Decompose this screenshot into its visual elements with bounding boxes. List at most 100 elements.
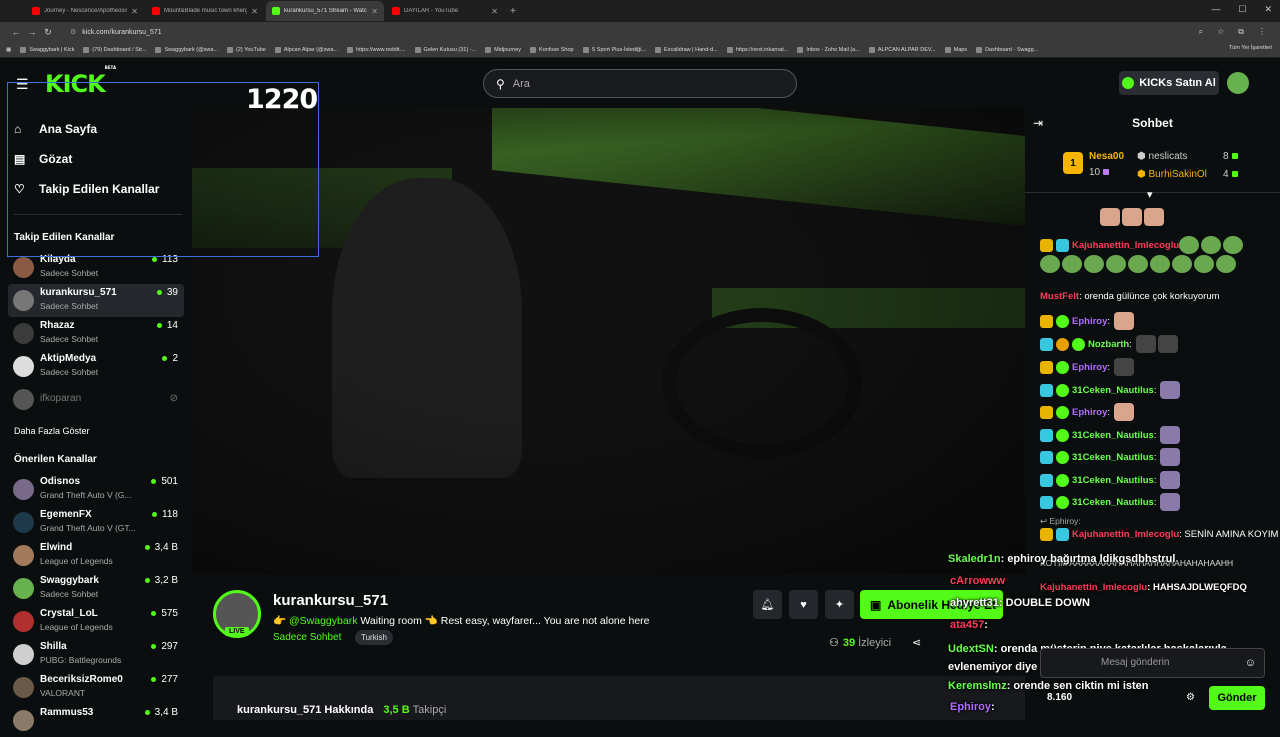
- followed-channel[interactable]: AktipMedya Sadece Sohbet 2: [8, 350, 184, 383]
- bookmark-item[interactable]: Alpcan Alpar (@swa...: [274, 46, 338, 53]
- chat-username[interactable]: ahyrett31: [950, 597, 999, 609]
- user-avatar[interactable]: [1227, 72, 1249, 94]
- bookmark-item[interactable]: Midjourney: [485, 46, 521, 53]
- stream-tag[interactable]: Turkish: [355, 630, 393, 645]
- bookmark-star-icon[interactable]: ☆: [1217, 27, 1224, 37]
- bookmark-item[interactable]: Inbox - Zoho Mail (a...: [797, 46, 860, 53]
- crown-badge-icon: [1040, 238, 1053, 252]
- close-icon[interactable]: ✕: [491, 7, 498, 16]
- emote: [1160, 493, 1181, 511]
- leader-name[interactable]: Nesa00: [1089, 151, 1124, 162]
- forward-icon[interactable]: →: [24, 27, 40, 37]
- bookmark-item[interactable]: (79) Dashboard / Str...: [83, 46, 146, 53]
- browser-tab[interactable]: DAYILAR - YouTube ✕: [386, 1, 504, 21]
- chat-username[interactable]: Ephiroy: [1072, 362, 1107, 373]
- leader-points: 4: [1223, 169, 1238, 180]
- recommended-channel[interactable]: Elwind League of Legends 3,4 B: [8, 539, 184, 572]
- chat-username[interactable]: Keremslmz: [948, 680, 1007, 692]
- bookmark-item[interactable]: Gelen Kutusu (31) -...: [414, 46, 476, 53]
- all-bookmarks-link[interactable]: Tüm Yer İşaretleri: [1229, 45, 1272, 51]
- bookmark-item[interactable]: S Sport Plus-İstediği...: [582, 46, 646, 53]
- search-bar[interactable]: ⚲: [483, 69, 797, 98]
- chat-username[interactable]: 31Ceken_Nautilus: [1072, 430, 1154, 441]
- close-icon[interactable]: ✕: [251, 7, 258, 16]
- bookmark-item[interactable]: Excalidraw | Hand-d...: [655, 46, 718, 53]
- bookmark-item[interactable]: Swaggybark (@swa...: [155, 46, 218, 53]
- bookmark-item[interactable]: https://next.inkarnat...: [726, 46, 788, 53]
- followed-channel[interactable]: Rhazaz Sadece Sohbet 14: [8, 317, 184, 350]
- chat-username[interactable]: Skaledr1n: [948, 553, 1001, 565]
- clip-button[interactable]: ✦: [825, 590, 854, 619]
- notification-button[interactable]: 🔔︎: [753, 590, 782, 619]
- close-window-icon[interactable]: ✕: [1264, 4, 1272, 15]
- chat-message-input[interactable]: [1041, 649, 1231, 676]
- recommended-channel[interactable]: Shilla PUBG: Battlegrounds 297: [8, 638, 184, 671]
- streamer-name[interactable]: kurankursu_571: [273, 592, 388, 609]
- chat-username[interactable]: Ephiroy: [950, 701, 991, 713]
- chat-settings-icon[interactable]: ⚙: [1186, 692, 1195, 703]
- send-button[interactable]: Gönder: [1209, 686, 1265, 710]
- zoom-icon[interactable]: ⌕: [1199, 27, 1203, 37]
- recommended-channel[interactable]: Crystal_LoL League of Legends 575: [8, 605, 184, 638]
- recommended-channel[interactable]: BeceriksizRome0 VALORANT 277: [8, 671, 184, 704]
- stream-title-mention[interactable]: @Swaggybark: [289, 615, 357, 627]
- chat-username[interactable]: Kajuhanettin_Imlecoglu: [1040, 582, 1147, 593]
- bookmark-item[interactable]: (2) YouTube: [227, 46, 266, 53]
- show-more-link[interactable]: Daha Fazla Göster: [14, 426, 90, 436]
- close-icon[interactable]: ✕: [131, 7, 138, 16]
- chat-username[interactable]: 31Ceken_Nautilus: [1072, 475, 1154, 486]
- chat-username[interactable]: Kajuhanettin_Imlecoglu: [1072, 240, 1179, 251]
- search-input[interactable]: [512, 77, 655, 90]
- browser-tab-active[interactable]: kurankursu_571 Stream - Watch ✕: [266, 1, 384, 21]
- recommended-channel[interactable]: Rammus53 3,4 B: [8, 704, 184, 737]
- follow-button[interactable]: ♥: [789, 590, 818, 619]
- maximize-icon[interactable]: ☐: [1238, 4, 1246, 15]
- expand-pinned-icon[interactable]: ▾: [1147, 188, 1153, 201]
- bookmark-item[interactable]: Swaggybark | Kick: [20, 46, 74, 53]
- url-field[interactable]: ⚙ kick.com/kurankursu_571: [70, 28, 1199, 36]
- recommended-channel[interactable]: Swaggybark Sadece Sohbet 3,2 B: [8, 572, 184, 605]
- bookmark-item[interactable]: Maps: [944, 46, 967, 53]
- chat-username[interactable]: Ephiroy: [1072, 316, 1107, 327]
- bookmark-item[interactable]: ALPCAN ALPAR DEV...: [868, 46, 936, 53]
- chat-username[interactable]: MustFelt: [1040, 291, 1079, 302]
- back-icon[interactable]: ←: [8, 27, 24, 37]
- menu-icon[interactable]: ⋮: [1258, 27, 1266, 37]
- chat-username[interactable]: Ephiroy: [1072, 407, 1107, 418]
- reply-reference[interactable]: ↩ Ephiroy:: [1040, 516, 1081, 527]
- apps-icon[interactable]: ▦: [6, 47, 11, 53]
- leader-entry[interactable]: ⬢ BurhiSakinOl: [1137, 169, 1207, 180]
- buy-kicks-button[interactable]: KICKs Satın Al: [1119, 71, 1219, 95]
- site-info-icon[interactable]: ⚙: [70, 29, 76, 36]
- reload-icon[interactable]: ↻: [40, 27, 56, 38]
- browser-tab[interactable]: Journey - Nescence/Apotheosis ✕: [26, 1, 144, 21]
- chat-username[interactable]: cArrowww: [950, 575, 1005, 587]
- bookmark-favicon-icon: [414, 46, 421, 53]
- bookmark-item[interactable]: Dashboard - Swagg...: [976, 46, 1038, 53]
- chat-username[interactable]: UdextSN: [948, 643, 994, 655]
- stream-category[interactable]: Sadece Sohbet: [273, 632, 341, 643]
- chat-username[interactable]: 31Ceken_Nautilus: [1072, 452, 1154, 463]
- chat-username[interactable]: 31Ceken_Nautilus: [1072, 497, 1154, 508]
- bookmark-item[interactable]: https://www.reddit....: [347, 46, 406, 53]
- about-title: kurankursu_571 Hakkında: [237, 704, 374, 716]
- bookmark-label: Inbox - Zoho Mail (a...: [806, 46, 860, 53]
- browser-tab[interactable]: Mount&Blade music town khergit ✕: [146, 1, 264, 21]
- close-icon[interactable]: ✕: [371, 7, 378, 16]
- leader-entry[interactable]: ⬢ neslicats: [1137, 151, 1187, 162]
- chat-username[interactable]: Kajuhanettin_Imlecoglu: [1072, 529, 1179, 540]
- followed-channel-active[interactable]: kurankursu_571 Sadece Sohbet 39: [8, 284, 184, 317]
- emoji-icon[interactable]: ☺: [1245, 657, 1256, 669]
- chat-username[interactable]: Nozbarth: [1088, 339, 1129, 350]
- followed-channel-offline[interactable]: ifkoparan ⊘: [8, 383, 184, 416]
- share-icon[interactable]: ⋖: [912, 636, 921, 649]
- minimize-icon[interactable]: —: [1211, 4, 1220, 15]
- extensions-icon[interactable]: ⧉: [1238, 27, 1244, 37]
- chat-username[interactable]: 31Ceken_Nautilus: [1072, 385, 1154, 396]
- recommended-channel[interactable]: EgemenFX Grand Theft Auto V (GT... 118: [8, 506, 184, 539]
- chat-username[interactable]: ata457: [950, 619, 984, 631]
- bookmark-item[interactable]: Konfuse Shop: [530, 46, 574, 53]
- recommended-channel[interactable]: Odisnos Grand Theft Auto V (G... 501: [8, 473, 184, 506]
- channel-points[interactable]: 8.160: [1047, 692, 1072, 703]
- new-tab-icon[interactable]: +: [510, 6, 516, 17]
